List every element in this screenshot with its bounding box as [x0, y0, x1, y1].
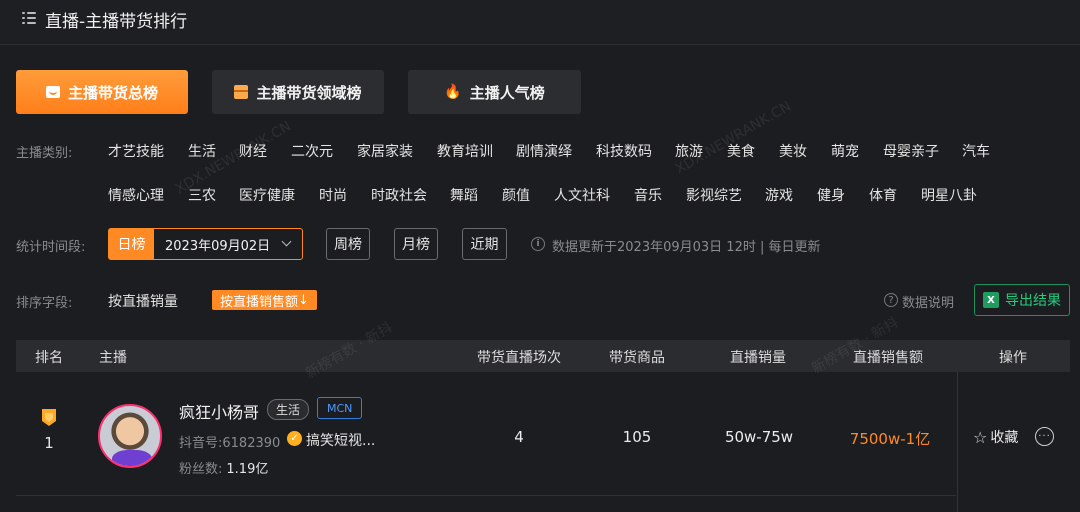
verify-text: 搞笑短视... [306, 433, 376, 449]
category-option[interactable]: 健身 [817, 185, 845, 205]
info-icon: i [531, 237, 545, 251]
category-option[interactable]: 医疗健康 [239, 185, 295, 205]
category-option[interactable]: 时政社会 [371, 185, 427, 205]
sales-amount-value: 7500w-1亿 [849, 430, 931, 448]
category-option[interactable]: 情感心理 [108, 185, 164, 205]
period-recent-button[interactable]: 近期 [462, 228, 507, 260]
douyin-id: 抖音号:6182390 [179, 436, 281, 451]
col-rank: 排名 [35, 350, 63, 366]
rank-medal-icon [42, 409, 56, 426]
data-help-link[interactable]: 数据说明 [902, 292, 954, 311]
category-option[interactable]: 明星八卦 [921, 185, 977, 205]
fire-icon: 🔥 [444, 84, 462, 100]
category-option[interactable]: 家居家装 [357, 141, 413, 161]
favorite-button[interactable]: ☆ 收藏 [973, 427, 1018, 447]
category-option[interactable]: 美食 [727, 141, 755, 161]
excel-icon: X [983, 292, 999, 308]
export-label: 导出结果 [1005, 293, 1061, 309]
box-icon [234, 85, 249, 99]
col-products: 带货商品 [609, 350, 665, 366]
category-option[interactable]: 游戏 [765, 185, 793, 205]
chevron-down-icon [281, 236, 292, 247]
sort-active-label: 按直播销售额 [220, 294, 299, 310]
category-option[interactable]: 人文社科 [554, 185, 610, 205]
category-label: 主播类别: [16, 146, 73, 161]
sort-label: 排序字段: [16, 296, 73, 311]
sort-desc-icon: ↓ [298, 292, 309, 308]
favorite-label: 收藏 [990, 430, 1019, 446]
category-option[interactable]: 三农 [188, 185, 216, 205]
tab-label: 主播带货总榜 [67, 83, 158, 102]
category-tag: 生活 [267, 399, 310, 420]
category-option[interactable]: 萌宠 [831, 141, 859, 161]
fans-label: 粉丝数: [179, 462, 223, 477]
col-anchor: 主播 [99, 350, 127, 366]
live-sessions-value: 4 [514, 428, 524, 446]
update-note: 数据更新于2023年09月03日 12时 | 每日更新 [552, 240, 821, 255]
anchor-name[interactable]: 疯狂小杨哥 [179, 399, 259, 423]
period-label: 统计时间段: [16, 240, 86, 255]
period-day-option[interactable]: 日榜 [109, 229, 154, 259]
category-option[interactable]: 二次元 [291, 141, 333, 161]
category-option[interactable]: 音乐 [634, 185, 662, 205]
category-option[interactable]: 时尚 [319, 185, 347, 205]
category-option[interactable]: 颜值 [502, 185, 530, 205]
menu-icon[interactable] [22, 12, 36, 24]
more-icon[interactable]: ··· [1035, 427, 1054, 446]
tab-anchor-sales-total[interactable]: 主播带货总榜 [16, 70, 188, 114]
star-icon: ☆ [973, 427, 988, 447]
col-actions: 操作 [999, 350, 1027, 366]
mail-icon [45, 86, 60, 98]
tab-anchor-popularity[interactable]: 🔥 主播人气榜 [408, 70, 581, 114]
top-bar: 直播-主播带货排行 [0, 0, 1080, 45]
tab-label: 主播人气榜 [469, 83, 545, 102]
category-option[interactable]: 母婴亲子 [883, 141, 939, 161]
category-option[interactable]: 舞蹈 [450, 185, 478, 205]
category-option[interactable]: 科技数码 [596, 141, 652, 161]
period-month-button[interactable]: 月榜 [394, 228, 438, 260]
export-button[interactable]: X 导出结果 [974, 284, 1070, 316]
page-title: 直播-主播带货排行 [45, 12, 188, 32]
tab-label: 主播带货领域榜 [256, 83, 362, 102]
fans-value: 1.19亿 [226, 462, 269, 477]
category-option[interactable]: 生活 [188, 141, 216, 161]
date-select[interactable]: 2023年09月02日 [154, 229, 302, 259]
rank-number: 1 [44, 434, 54, 452]
sort-by-amount[interactable]: 按直播销售额 ↓ [212, 290, 317, 310]
col-live-sessions: 带货直播场次 [477, 350, 561, 366]
table-header: 排名 主播 带货直播场次 带货商品 直播销量 直播销售额 操作 [16, 340, 1070, 372]
category-option[interactable]: 汽车 [962, 141, 990, 161]
sort-by-volume[interactable]: 按直播销量 [108, 291, 178, 311]
category-option[interactable]: 美妆 [779, 141, 807, 161]
category-option[interactable]: 旅游 [675, 141, 703, 161]
sales-volume-value: 50w-75w [724, 428, 794, 446]
products-value: 105 [622, 428, 652, 446]
date-value: 2023年09月02日 [165, 238, 271, 254]
category-option[interactable]: 剧情演绎 [516, 141, 572, 161]
watermark-url: XDX.NEWRANK.CN [672, 98, 794, 178]
verified-icon: ✓ [287, 431, 302, 446]
row-divider [16, 495, 956, 496]
category-option[interactable]: 才艺技能 [108, 141, 164, 161]
period-picker[interactable]: 日榜 2023年09月02日 [108, 228, 303, 260]
category-option[interactable]: 影视综艺 [686, 185, 742, 205]
column-divider [957, 372, 958, 512]
col-sales-amount: 直播销售额 [853, 350, 923, 366]
tab-anchor-sales-domain[interactable]: 主播带货领域榜 [212, 70, 384, 114]
mcn-tag: MCN [317, 397, 363, 419]
period-week-button[interactable]: 周榜 [326, 228, 370, 260]
category-option[interactable]: 体育 [869, 185, 897, 205]
category-option[interactable]: 财经 [239, 141, 267, 161]
col-sales-volume: 直播销量 [730, 350, 786, 366]
fans-count: 粉丝数: 1.19亿 [179, 458, 268, 477]
help-icon[interactable]: ? [884, 293, 898, 307]
category-option[interactable]: 教育培训 [437, 141, 493, 161]
avatar[interactable] [98, 404, 162, 468]
